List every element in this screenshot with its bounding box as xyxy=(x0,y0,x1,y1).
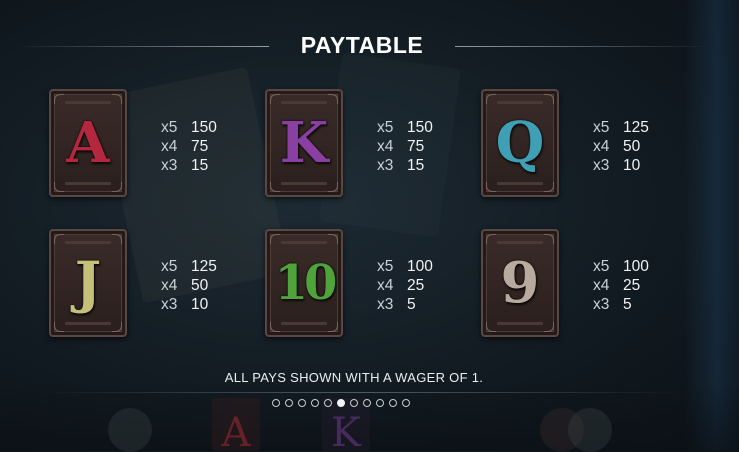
payout-multiplier: x3 xyxy=(377,157,394,174)
payout-value: 50 xyxy=(623,138,641,155)
payout-multiplier: x5 xyxy=(593,119,610,136)
payout-multiplier: x5 xyxy=(593,258,610,275)
payout-multiplier: x4 xyxy=(593,277,610,294)
payout-row: x5 125 xyxy=(593,118,649,137)
page-dot-4[interactable] xyxy=(311,399,319,407)
page-dot-1[interactable] xyxy=(272,399,280,407)
payout-row: x3 5 xyxy=(377,295,433,314)
payout-multiplier: x4 xyxy=(593,138,610,155)
page-title: PAYTABLE xyxy=(300,32,424,58)
payout-value: 100 xyxy=(623,258,649,275)
payout-row: x3 5 xyxy=(593,295,649,314)
payout-value: 25 xyxy=(407,277,425,294)
payout-value: 75 xyxy=(407,138,425,155)
background-ghost-symbol xyxy=(568,408,612,452)
payout-value: 25 xyxy=(623,277,641,294)
symbol-card: A xyxy=(49,89,127,197)
payout-value: 15 xyxy=(407,157,425,174)
page-indicator xyxy=(272,399,410,409)
page-dot-5[interactable] xyxy=(324,399,332,407)
payout-value: 5 xyxy=(407,296,416,313)
payout-row: x3 15 xyxy=(161,156,217,175)
payout-row: x4 25 xyxy=(377,276,433,295)
payout-value: 15 xyxy=(191,157,209,174)
page-dot-8[interactable] xyxy=(363,399,371,407)
payout-row: x4 75 xyxy=(161,137,217,156)
payout-value: 75 xyxy=(191,138,209,155)
payout-multiplier: x4 xyxy=(377,277,394,294)
payout-multiplier: x4 xyxy=(377,138,394,155)
page-dot-7[interactable] xyxy=(350,399,358,407)
payout-row: x4 50 xyxy=(161,276,217,295)
symbol-card: 10 xyxy=(265,229,343,337)
payout-multiplier: x3 xyxy=(377,296,394,313)
payout-row: x4 75 xyxy=(377,137,433,156)
payout-row: x5 100 xyxy=(593,257,649,276)
payout-multiplier: x4 xyxy=(161,138,178,155)
payout-row: x5 125 xyxy=(161,257,217,276)
payout-list: x5 125 x4 50 x3 10 xyxy=(593,118,649,175)
payout-multiplier: x3 xyxy=(593,296,610,313)
payout-value: 125 xyxy=(191,258,217,275)
payout-row: x3 10 xyxy=(161,295,217,314)
payout-list: x5 100 x4 25 x3 5 xyxy=(593,257,649,314)
symbol-card: Q xyxy=(481,89,559,197)
symbol-glyph: 10 xyxy=(274,255,338,311)
symbol-card: J xyxy=(49,229,127,337)
background-ghost-symbol xyxy=(108,408,152,452)
title-divider-left xyxy=(14,46,269,47)
payout-row: x5 150 xyxy=(161,118,217,137)
payout-row: x5 150 xyxy=(377,118,433,137)
page-dot-10[interactable] xyxy=(389,399,397,407)
title-divider-right xyxy=(455,46,710,47)
payout-multiplier: x4 xyxy=(161,277,178,294)
symbol-glyph: Q xyxy=(495,110,545,176)
symbol-glyph: J xyxy=(74,250,102,316)
symbol-glyph: 9 xyxy=(500,250,540,316)
payout-value: 100 xyxy=(407,258,433,275)
payout-value: 125 xyxy=(623,119,649,136)
payout-multiplier: x5 xyxy=(161,119,178,136)
footer-divider xyxy=(40,392,680,393)
symbol-glyph: K xyxy=(279,110,329,176)
symbol-glyph: A xyxy=(66,110,110,176)
symbol-card: K xyxy=(265,89,343,197)
page-dot-11[interactable] xyxy=(402,399,410,407)
payout-value: 50 xyxy=(191,277,209,294)
payout-value: 150 xyxy=(407,119,433,136)
wager-note: ALL PAYS SHOWN WITH A WAGER OF 1. xyxy=(224,370,484,385)
title-row: PAYTABLE xyxy=(0,30,739,64)
background-ghost-symbol-a: A xyxy=(212,398,260,451)
page-dot-6[interactable] xyxy=(337,399,345,407)
page-dot-2[interactable] xyxy=(285,399,293,407)
payout-value: 5 xyxy=(623,296,632,313)
payout-value: 10 xyxy=(623,157,641,174)
page-dot-9[interactable] xyxy=(376,399,384,407)
payout-list: x5 150 x4 75 x3 15 xyxy=(377,118,433,175)
payout-list: x5 150 x4 75 x3 15 xyxy=(161,118,217,175)
payout-multiplier: x5 xyxy=(161,258,178,275)
payout-list: x5 125 x4 50 x3 10 xyxy=(161,257,217,314)
payout-value: 150 xyxy=(191,119,217,136)
payout-multiplier: x5 xyxy=(377,258,394,275)
payout-row: x4 50 xyxy=(593,137,649,156)
payout-multiplier: x3 xyxy=(161,157,178,174)
payout-value: 10 xyxy=(191,296,209,313)
payout-multiplier: x3 xyxy=(593,157,610,174)
payout-multiplier: x3 xyxy=(161,296,178,313)
payout-list: x5 100 x4 25 x3 5 xyxy=(377,257,433,314)
payout-row: x3 15 xyxy=(377,156,433,175)
page-dot-3[interactable] xyxy=(298,399,306,407)
payout-row: x5 100 xyxy=(377,257,433,276)
payout-row: x3 10 xyxy=(593,156,649,175)
payout-row: x4 25 xyxy=(593,276,649,295)
payout-multiplier: x5 xyxy=(377,119,394,136)
symbol-card: 9 xyxy=(481,229,559,337)
